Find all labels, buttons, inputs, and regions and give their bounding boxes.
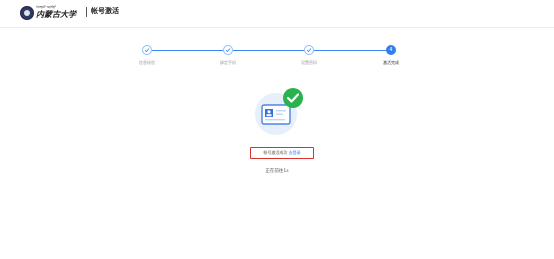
check-icon: [144, 48, 150, 53]
step-connector-2: [233, 50, 304, 51]
check-icon: [225, 48, 231, 53]
step-4-label: 激活完成: [383, 60, 399, 65]
step-3-label: 设置密码: [301, 60, 317, 65]
step-connector-3: [314, 50, 386, 51]
step-connector-1: [152, 50, 223, 51]
activation-result-box: 帐号激活成功 去登录: [250, 147, 314, 159]
activation-success-message: 帐号激活成功: [263, 150, 288, 155]
title-divider: [86, 7, 87, 17]
check-icon: [306, 48, 312, 53]
step-2-indicator: [223, 45, 233, 55]
activation-success-illustration: [255, 88, 303, 135]
redirect-countdown: 正在前往1s: [265, 169, 289, 174]
step-2-label: 绑定手机: [220, 60, 236, 65]
step-1-indicator: [142, 45, 152, 55]
page-title: 帐号激活: [91, 7, 119, 15]
step-3-indicator: [304, 45, 314, 55]
success-check-icon: [283, 88, 303, 108]
go-to-login-link[interactable]: 去登录: [289, 150, 301, 155]
header-bar: ᠮᠣᠩᠭᠣᠯ ᠤᠨᠢᠪᠧᠷ 内蒙古大学 帐号激活: [0, 0, 554, 28]
step-4-indicator: 4: [386, 45, 396, 55]
university-emblem-icon: [20, 6, 34, 20]
step-1-label: 信息校验: [139, 60, 155, 65]
logo-text: 内蒙古大学: [36, 9, 76, 19]
id-card-icon: [261, 104, 291, 125]
